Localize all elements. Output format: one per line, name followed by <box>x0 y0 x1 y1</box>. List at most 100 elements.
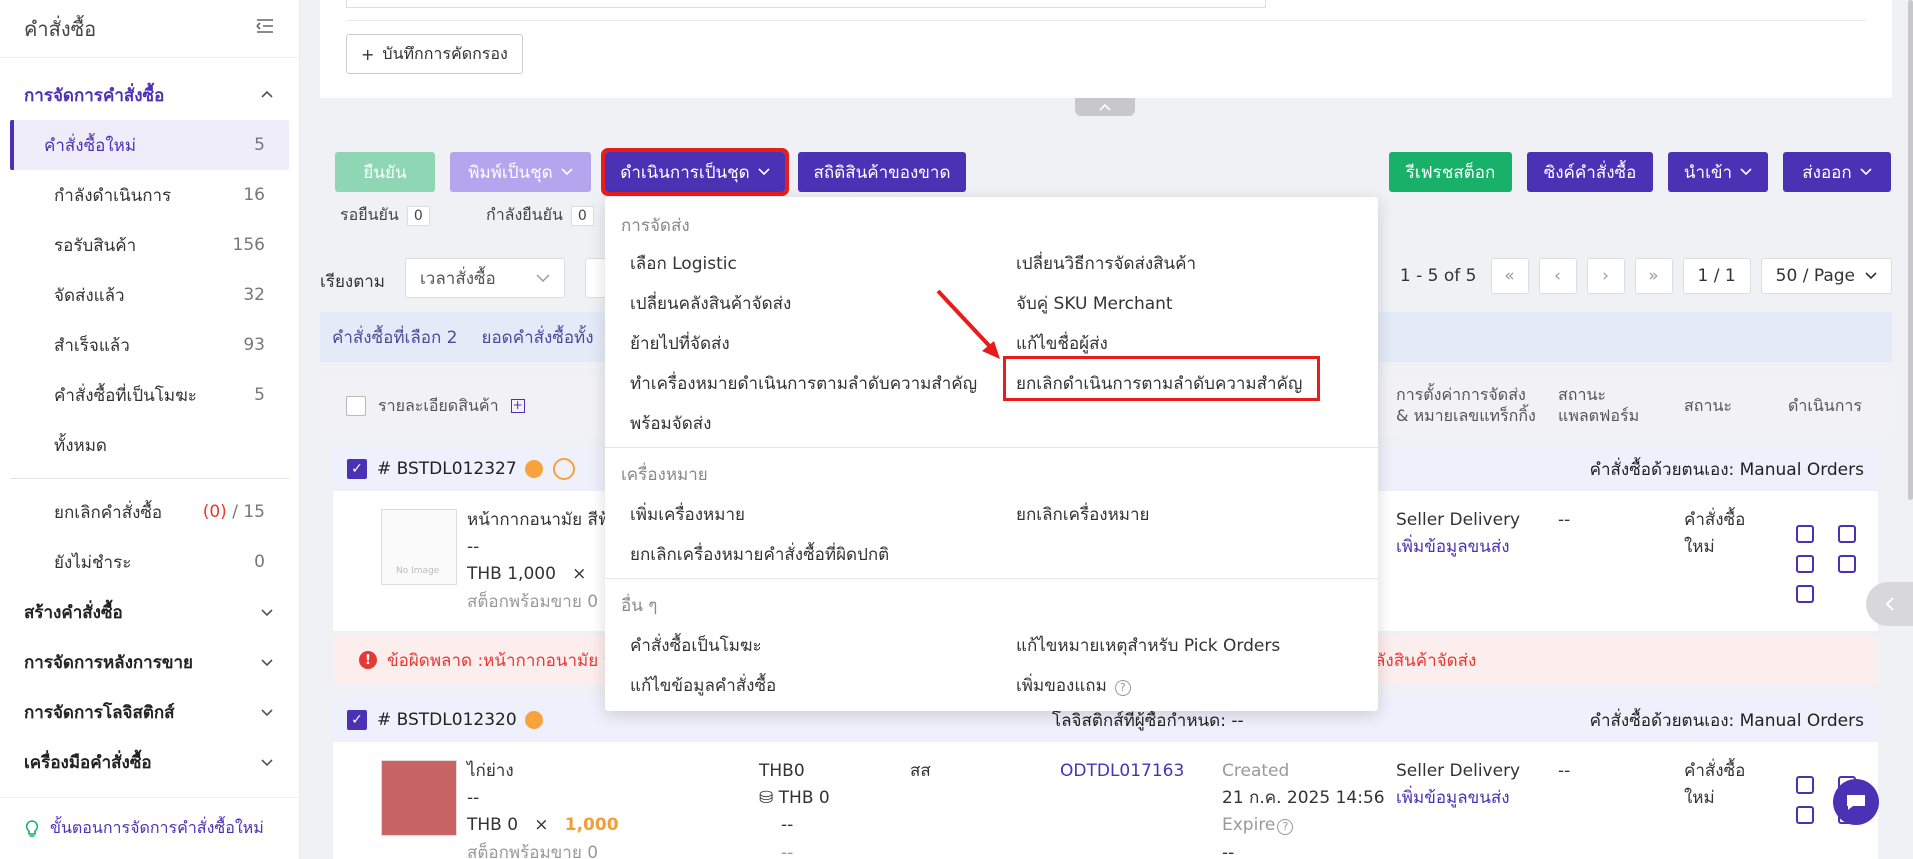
menu-item-ready-to-ship[interactable]: พร้อมจัดส่ง <box>630 410 711 437</box>
menu-item-change-shipping-method[interactable]: เปลี่ยนวิธีการจัดส่งสินค้า <box>1016 250 1196 277</box>
collapse-filter-tab[interactable] <box>1075 98 1135 116</box>
pending-count: 0 <box>406 205 430 226</box>
confirming-label: กำลังยืนยัน <box>486 205 563 224</box>
menu-item-move-to-ship[interactable]: ย้ายไปที่จัดส่ง <box>630 330 730 357</box>
status-line1: คำสั่งซื้อ <box>1684 761 1746 781</box>
expand-plus-icon[interactable]: + <box>510 398 525 413</box>
sidebar-item-unpaid[interactable]: ยังไม่ชำระ 0 <box>10 537 289 587</box>
first-page-button[interactable]: « <box>1490 258 1529 294</box>
settings-box-icon[interactable] <box>1796 806 1814 824</box>
chevron-down-icon <box>561 168 573 176</box>
product-name[interactable]: หน้ากากอนามัย สีฟ้ <box>467 507 610 534</box>
document-icon[interactable] <box>1838 525 1856 543</box>
add-shipping-info-link[interactable]: เพิ่มข้อมูลขนส่ง <box>1396 785 1520 812</box>
sidebar-item-void[interactable]: คำสั่งซื้อที่เป็นโมฆะ 5 <box>10 370 289 420</box>
sidebar-item-count: 156 <box>232 235 265 255</box>
confirm-button[interactable]: ยืนยัน <box>335 152 435 192</box>
sidebar-item-completed[interactable]: สำเร็จแล้ว 93 <box>10 320 289 370</box>
per-page-select[interactable]: 50 / Page <box>1760 258 1892 294</box>
batch-operations-button[interactable]: ดำเนินการเป็นชุด <box>601 148 789 196</box>
order-id[interactable]: # BSTDL012320 <box>377 710 517 730</box>
cancel-count-red: (0) <box>202 502 227 522</box>
sidebar-group-after-sales[interactable]: การจัดการหลังการขาย <box>0 637 299 687</box>
red-arrow-annotation <box>936 289 1000 359</box>
menu-item-edit-sender[interactable]: แก้ไขชื่อผู้ส่ง <box>1016 330 1108 357</box>
menu-item-change-warehouse[interactable]: เปลี่ยนคลังสินค้าจัดส่ง <box>630 290 791 317</box>
product-name[interactable]: ไก่ย่าง <box>467 758 619 785</box>
chevron-down-icon <box>261 709 273 717</box>
menu-item-void-order[interactable]: คำสั่งซื้อเป็นโมฆะ <box>630 632 762 659</box>
order-checkbox[interactable]: ✓ <box>347 459 367 479</box>
save-filter-button[interactable]: + บันทึกการคัดกรอง <box>346 34 523 74</box>
menu-item-cancel-abnormal-mark[interactable]: ยกเลิกเครื่องหมายคำสั่งซื้อที่ผิดปกติ <box>630 541 889 568</box>
sidebar-item-label: ยังไม่ชำระ <box>54 552 132 573</box>
order-status: คำสั่งซื้อ ใหม่ <box>1684 507 1745 561</box>
header-action-label: ดำเนินการ <box>1788 395 1862 415</box>
menu-item-cancel-mark[interactable]: ยกเลิกเครื่องหมาย <box>1016 501 1150 528</box>
sidebar-group-tools[interactable]: เครื่องมือคำสั่งซื้อ <box>0 737 299 787</box>
filter-input-remnant <box>346 0 1266 8</box>
header-platform-status: สถานะ แพลตฟอร์ม <box>1558 376 1639 436</box>
product-variant: -- <box>467 788 480 809</box>
prev-page-button[interactable]: ‹ <box>1538 258 1577 294</box>
header-platform-line1: สถานะ <box>1558 385 1606 405</box>
help-icon[interactable]: ? <box>1277 819 1294 836</box>
menu-item-match-sku[interactable]: จับคู่ SKU Merchant <box>1016 290 1173 317</box>
menu-section-mark: เครื่องหมาย <box>621 465 708 485</box>
sidebar-item-all[interactable]: ทั้งหมด <box>10 420 289 470</box>
chevron-up-icon <box>261 90 273 98</box>
stock-available: สต็อกพร้อมขาย 0 <box>467 842 599 859</box>
order-id[interactable]: # BSTDL012327 <box>377 459 517 479</box>
out-of-stock-stats-button[interactable]: สถิติสินค้าของขาด <box>798 152 966 192</box>
sidebar-item-count: 93 <box>243 335 265 355</box>
sidebar-item-cancelled[interactable]: ยกเลิกคำสั่งซื้อ (0) / 15 <box>10 487 289 537</box>
sync-orders-button[interactable]: ซิงค์คำสั่งซื้อ <box>1527 152 1653 192</box>
sidebar-group-manage[interactable]: การจัดการคำสั่งซื้อ <box>0 70 299 120</box>
menu-item-add-gift[interactable]: เพิ่มของแถม? <box>1016 672 1131 699</box>
chevron-down-icon <box>1740 168 1752 176</box>
menu-item-mark-priority[interactable]: ทำเครื่องหมายดำเนินการตามลำดับความสำคัญ <box>630 370 977 397</box>
login-icon[interactable] <box>1796 776 1814 794</box>
collapse-menu-icon[interactable] <box>255 18 275 39</box>
sidebar-group-logistics[interactable]: การจัดการโลจิสติกส์ <box>0 687 299 737</box>
side-panel-toggle[interactable] <box>1866 582 1913 626</box>
add-shipping-info-link[interactable]: เพิ่มข้อมูลขนส่ง <box>1396 534 1520 561</box>
menu-item-select-logistic[interactable]: เลือก Logistic <box>630 250 737 277</box>
export-button[interactable]: ส่งออก <box>1783 152 1891 192</box>
times-symbol: × <box>572 564 587 585</box>
sidebar-group-create[interactable]: สร้างคำสั่งซื้อ <box>0 587 299 637</box>
import-button[interactable]: นำเข้า <box>1668 152 1768 192</box>
print-batch-button[interactable]: พิมพ์เป็นชุด <box>450 152 591 192</box>
edit-icon[interactable] <box>1796 585 1814 603</box>
sidebar-item-label: ทั้งหมด <box>54 435 107 456</box>
scrollbar[interactable] <box>1908 0 1913 500</box>
refresh-stock-button[interactable]: รีเฟรชสต็อก <box>1389 152 1512 192</box>
menu-item-edit-order-info[interactable]: แก้ไขข้อมูลคำสั่งซื้อ <box>630 672 776 699</box>
batch-operations-label: ดำเนินการเป็นชุด <box>620 162 750 183</box>
select-all-checkbox[interactable] <box>346 396 366 416</box>
sidebar-item-label: กำลังดำเนินการ <box>54 185 172 206</box>
menu-item-add-mark[interactable]: เพิ่มเครื่องหมาย <box>630 501 745 528</box>
sidebar-item-shipped[interactable]: จัดส่งแล้ว 32 <box>10 270 289 320</box>
shipping-method: Seller Delivery <box>1396 761 1521 781</box>
settings-box-icon[interactable] <box>1796 555 1814 573</box>
sidebar-footer-guide-link[interactable]: ขั้นตอนการจัดการคำสั่งซื้อใหม่ <box>0 797 299 859</box>
chat-bubble-icon[interactable] <box>552 458 575 480</box>
last-page-button[interactable]: » <box>1634 258 1673 294</box>
next-page-button[interactable]: › <box>1586 258 1625 294</box>
login-icon[interactable] <box>1796 525 1814 543</box>
sidebar-item-processing[interactable]: กำลังดำเนินการ 16 <box>10 170 289 220</box>
sidebar-item-awaiting-pickup[interactable]: รอรับสินค้า 156 <box>10 220 289 270</box>
menu-item-edit-pick-note[interactable]: แก้ไขหมายเหตุสำหรับ Pick Orders <box>1016 632 1280 659</box>
page-input[interactable]: 1 / 1 <box>1682 258 1751 294</box>
list-edit-icon[interactable] <box>1838 555 1856 573</box>
chevron-down-icon <box>758 168 770 176</box>
chevron-down-icon <box>536 274 550 282</box>
help-icon[interactable]: ? <box>1114 679 1131 696</box>
sidebar-item-new-orders[interactable]: คำสั่งซื้อใหม่ 5 <box>10 120 289 170</box>
order-reference-link[interactable]: ODTDL017163 <box>1060 761 1184 781</box>
order-checkbox[interactable]: ✓ <box>347 710 367 730</box>
per-page-value: 50 / Page <box>1775 266 1855 286</box>
chat-support-button[interactable] <box>1833 779 1879 825</box>
sort-select[interactable]: เวลาสั่งซื้อ <box>405 258 565 298</box>
